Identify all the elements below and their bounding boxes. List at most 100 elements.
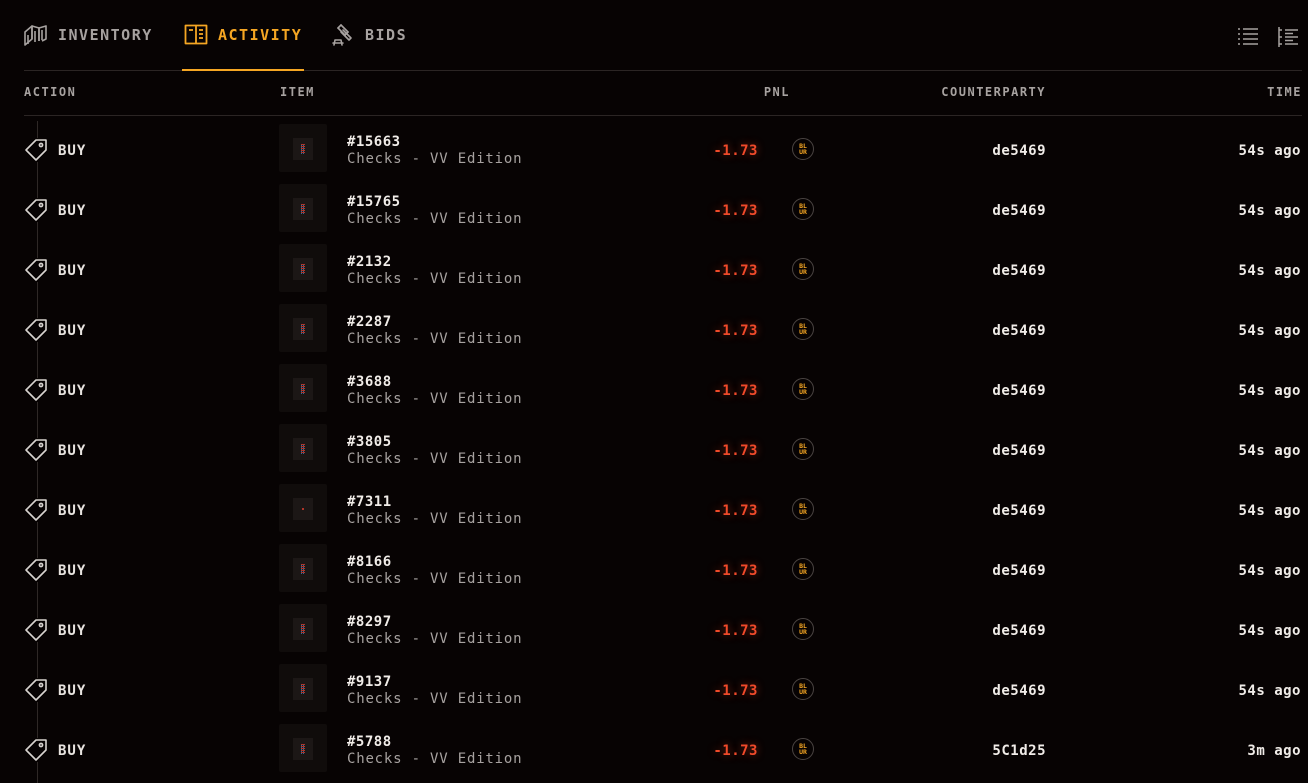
column-header-item[interactable]: ITEM: [280, 85, 315, 99]
item-thumbnail[interactable]: [279, 604, 327, 652]
counterparty-address[interactable]: de5469: [992, 263, 1046, 279]
blur-token-icon: BL UR: [792, 678, 814, 700]
list-view-icon[interactable]: [1237, 26, 1259, 48]
counterparty-address[interactable]: de5469: [992, 623, 1046, 639]
item-collection-name[interactable]: Checks - VV Edition: [347, 691, 522, 707]
item-token-id[interactable]: #15765: [347, 194, 401, 210]
action-label: BUY: [58, 683, 87, 699]
item-thumbnail-art: [293, 498, 313, 520]
table-row[interactable]: BUY #8297 Checks - VV Edition -1.73 BL UR…: [24, 601, 1302, 661]
item-token-id[interactable]: #8297: [347, 614, 392, 630]
item-token-id[interactable]: #9137: [347, 674, 392, 690]
item-thumbnail[interactable]: [279, 724, 327, 772]
item-thumbnail-art: [293, 438, 313, 460]
item-collection-name[interactable]: Checks - VV Edition: [347, 751, 522, 767]
item-token-id[interactable]: #5788: [347, 734, 392, 750]
blur-token-icon: BL UR: [792, 258, 814, 280]
table-row[interactable]: BUY #8166 Checks - VV Edition -1.73 BL UR…: [24, 541, 1302, 601]
counterparty-address[interactable]: de5469: [992, 443, 1046, 459]
item-token-id[interactable]: #8166: [347, 554, 392, 570]
table-row[interactable]: BUY #15663 Checks - VV Edition -1.73 BL U…: [24, 121, 1302, 181]
table-row[interactable]: BUY #15765 Checks - VV Edition -1.73 BL U…: [24, 181, 1302, 241]
item-token-id[interactable]: #3805: [347, 434, 392, 450]
tab-inventory[interactable]: INVENTORY: [24, 0, 153, 70]
time-ago: 54s ago: [1238, 323, 1301, 339]
table-row[interactable]: BUY #3688 Checks - VV Edition -1.73 BL UR…: [24, 361, 1302, 421]
blur-token-icon: BL UR: [792, 138, 814, 160]
item-thumbnail[interactable]: [279, 304, 327, 352]
item-collection-name[interactable]: Checks - VV Edition: [347, 571, 522, 587]
table-row[interactable]: BUY #3805 Checks - VV Edition -1.73 BL UR…: [24, 421, 1302, 481]
action-label: BUY: [58, 203, 87, 219]
item-collection-name[interactable]: Checks - VV Edition: [347, 631, 522, 647]
column-header-counterparty[interactable]: COUNTERPARTY: [941, 85, 1046, 99]
item-collection-name[interactable]: Checks - VV Edition: [347, 511, 522, 527]
pnl-value: -1.73: [713, 143, 758, 159]
blur-token-icon: BL UR: [792, 618, 814, 640]
price-tag-icon: [24, 258, 48, 282]
item-token-id[interactable]: #7311: [347, 494, 392, 510]
item-collection-name[interactable]: Checks - VV Edition: [347, 331, 522, 347]
item-thumbnail-art: [293, 558, 313, 580]
item-thumbnail[interactable]: [279, 664, 327, 712]
counterparty-address[interactable]: de5469: [992, 383, 1046, 399]
counterparty-address[interactable]: de5469: [992, 503, 1046, 519]
tab-bids-label: BIDS: [365, 26, 408, 44]
stack-icon: [24, 25, 47, 46]
price-tag-icon: [24, 678, 48, 702]
table-header: ACTION ITEM PNL COUNTERPARTY TIME: [24, 70, 1302, 116]
column-header-pnl[interactable]: PNL: [764, 85, 790, 99]
item-token-id[interactable]: #3688: [347, 374, 392, 390]
item-thumbnail[interactable]: [279, 244, 327, 292]
item-collection-name[interactable]: Checks - VV Edition: [347, 151, 522, 167]
item-collection-name[interactable]: Checks - VV Edition: [347, 271, 522, 287]
tab-bar: INVENTORY ACTIVITY BIDS: [24, 0, 1302, 71]
counterparty-address[interactable]: de5469: [992, 143, 1046, 159]
table-row[interactable]: BUY #5788 Checks - VV Edition -1.73 BL UR…: [24, 721, 1302, 781]
item-thumbnail-art: [293, 318, 313, 340]
counterparty-address[interactable]: de5469: [992, 203, 1046, 219]
item-collection-name[interactable]: Checks - VV Edition: [347, 391, 522, 407]
counterparty-address[interactable]: 5C1d25: [992, 743, 1046, 759]
counterparty-address[interactable]: de5469: [992, 683, 1046, 699]
column-header-action[interactable]: ACTION: [24, 85, 76, 99]
item-collection-name[interactable]: Checks - VV Edition: [347, 451, 522, 467]
item-thumbnail[interactable]: [279, 364, 327, 412]
detailed-list-icon[interactable]: [1277, 26, 1299, 48]
time-ago: 54s ago: [1238, 383, 1301, 399]
blur-token-icon: BL UR: [792, 738, 814, 760]
pnl-value: -1.73: [713, 743, 758, 759]
blur-token-icon: BL UR: [792, 558, 814, 580]
item-collection-name[interactable]: Checks - VV Edition: [347, 211, 522, 227]
table-row[interactable]: BUY #2287 Checks - VV Edition -1.73 BL UR…: [24, 301, 1302, 361]
tab-bids[interactable]: BIDS: [331, 0, 407, 70]
item-thumbnail[interactable]: [279, 484, 327, 532]
gavel-icon: [332, 24, 352, 46]
item-thumbnail[interactable]: [279, 184, 327, 232]
column-header-time[interactable]: TIME: [1267, 85, 1302, 99]
counterparty-address[interactable]: de5469: [992, 323, 1046, 339]
item-thumbnail[interactable]: [279, 424, 327, 472]
item-token-id[interactable]: #2132: [347, 254, 392, 270]
item-thumbnail-art: [293, 618, 313, 640]
counterparty-address[interactable]: de5469: [992, 563, 1046, 579]
item-thumbnail-art: [293, 738, 313, 760]
item-token-id[interactable]: #15663: [347, 134, 401, 150]
pnl-value: -1.73: [713, 383, 758, 399]
action-label: BUY: [58, 623, 87, 639]
item-thumbnail[interactable]: [279, 124, 327, 172]
tab-activity[interactable]: ACTIVITY: [181, 0, 305, 71]
blur-token-icon: BL UR: [792, 378, 814, 400]
item-thumbnail-art: [293, 678, 313, 700]
action-label: BUY: [58, 503, 87, 519]
time-ago: 54s ago: [1238, 143, 1301, 159]
item-thumbnail[interactable]: [279, 544, 327, 592]
item-thumbnail-art: [293, 138, 313, 160]
price-tag-icon: [24, 738, 48, 762]
table-row[interactable]: BUY #7311 Checks - VV Edition -1.73 BL UR…: [24, 481, 1302, 541]
table-row[interactable]: BUY #2132 Checks - VV Edition -1.73 BL UR…: [24, 241, 1302, 301]
item-token-id[interactable]: #2287: [347, 314, 392, 330]
table-row[interactable]: BUY #9137 Checks - VV Edition -1.73 BL UR…: [24, 661, 1302, 721]
action-label: BUY: [58, 323, 87, 339]
blur-token-icon: BL UR: [792, 498, 814, 520]
